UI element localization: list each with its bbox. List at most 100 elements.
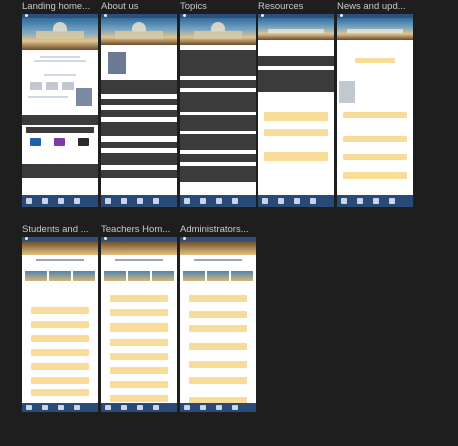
admin-link[interactable]	[189, 377, 247, 384]
frame-about-us[interactable]: About us	[101, 1, 177, 207]
footer-icon	[153, 198, 159, 204]
frame-resources[interactable]: Resources	[258, 1, 334, 207]
dark-band	[180, 115, 256, 131]
student-link[interactable]	[31, 321, 89, 328]
artboard	[180, 237, 256, 412]
footer-icon	[232, 405, 238, 410]
frame-administrators[interactable]: Administrators...	[180, 224, 256, 412]
dark-band	[101, 80, 177, 94]
frame-title[interactable]: News and upd...	[337, 1, 406, 12]
student-link[interactable]	[31, 377, 89, 384]
teacher-link[interactable]	[110, 309, 168, 316]
heading-placeholder	[36, 259, 84, 261]
student-link[interactable]	[31, 307, 89, 314]
dark-band	[22, 164, 98, 178]
frame-title[interactable]: About us	[101, 1, 139, 12]
teacher-link[interactable]	[110, 395, 168, 402]
admin-link[interactable]	[189, 361, 247, 368]
site-footer	[22, 195, 98, 207]
footer-icon	[74, 198, 80, 204]
news-item[interactable]	[343, 154, 407, 160]
frame-teachers[interactable]: Teachers Hom...	[101, 224, 177, 412]
teacher-link[interactable]	[110, 353, 168, 360]
social-tile-icon[interactable]	[30, 138, 41, 146]
student-link[interactable]	[31, 335, 89, 342]
artboard	[337, 14, 413, 207]
footer-icon	[184, 405, 190, 410]
admin-link[interactable]	[189, 295, 247, 302]
frame-title[interactable]: Landing home...	[22, 1, 90, 12]
frame-landing-home[interactable]: Landing home...	[22, 1, 98, 207]
site-footer	[22, 403, 98, 412]
thumbnail-row	[183, 271, 253, 281]
footer-icon	[105, 405, 111, 410]
thumbnail-row	[104, 271, 174, 281]
footer-icon	[137, 405, 143, 410]
dark-band	[180, 50, 256, 76]
student-link[interactable]	[31, 389, 89, 396]
footer-icon	[341, 198, 347, 204]
subheading-placeholder	[44, 74, 76, 76]
frame-topics[interactable]: Topics	[180, 1, 256, 207]
footer-icon	[42, 198, 48, 204]
logo-icon	[25, 237, 28, 240]
image-placeholder	[339, 81, 355, 103]
resource-link[interactable]	[264, 129, 328, 136]
frame-title[interactable]: Topics	[180, 1, 207, 12]
footer-icon	[153, 405, 159, 410]
teacher-link[interactable]	[110, 367, 168, 374]
hero-image	[337, 18, 413, 40]
footer-icon	[262, 198, 268, 204]
dark-band	[180, 166, 256, 182]
portrait-image	[108, 52, 126, 74]
logo-icon	[261, 14, 264, 17]
teacher-link[interactable]	[110, 295, 168, 302]
footer-icon	[200, 405, 206, 410]
teacher-link[interactable]	[110, 381, 168, 388]
logo-icon	[104, 237, 107, 240]
site-footer	[337, 195, 413, 207]
dark-band	[101, 122, 177, 136]
frame-news-updates[interactable]: News and upd...	[337, 1, 413, 207]
teacher-link[interactable]	[110, 323, 168, 332]
dark-band	[22, 115, 98, 125]
admin-link[interactable]	[189, 311, 247, 318]
student-link[interactable]	[31, 349, 89, 356]
social-tile-icon[interactable]	[54, 138, 65, 146]
footer-icon	[137, 198, 143, 204]
footer-icon	[232, 198, 238, 204]
frame-title[interactable]: Administrators...	[180, 224, 249, 235]
artboard	[180, 14, 256, 207]
hero-image	[258, 18, 334, 40]
footer-icon	[58, 198, 64, 204]
dark-band	[101, 110, 177, 117]
resource-link[interactable]	[264, 152, 328, 161]
admin-link[interactable]	[189, 325, 247, 332]
artboard	[22, 237, 98, 412]
news-item[interactable]	[343, 112, 407, 118]
portrait-image	[76, 88, 92, 106]
dark-band	[180, 80, 256, 88]
admin-link[interactable]	[189, 343, 247, 350]
footer-icon	[121, 405, 127, 410]
news-item[interactable]	[343, 172, 407, 179]
frame-title[interactable]: Students and ...	[22, 224, 89, 235]
card-placeholder	[30, 82, 42, 90]
student-link[interactable]	[31, 363, 89, 370]
dark-band	[180, 134, 256, 150]
footer-icon	[121, 198, 127, 204]
heading-placeholder	[40, 56, 80, 58]
footer-icon	[216, 198, 222, 204]
frame-title[interactable]: Teachers Hom...	[101, 224, 170, 235]
frame-students[interactable]: Students and ...	[22, 224, 98, 412]
news-item[interactable]	[343, 136, 407, 142]
frame-title[interactable]: Resources	[258, 1, 303, 12]
social-tile-icon[interactable]	[78, 138, 89, 146]
site-footer	[180, 195, 256, 207]
teacher-link[interactable]	[110, 339, 168, 346]
dark-band	[180, 154, 256, 162]
hero-image	[101, 18, 177, 45]
artboard	[101, 237, 177, 412]
footer-icon	[216, 405, 222, 410]
resource-link[interactable]	[264, 112, 328, 121]
